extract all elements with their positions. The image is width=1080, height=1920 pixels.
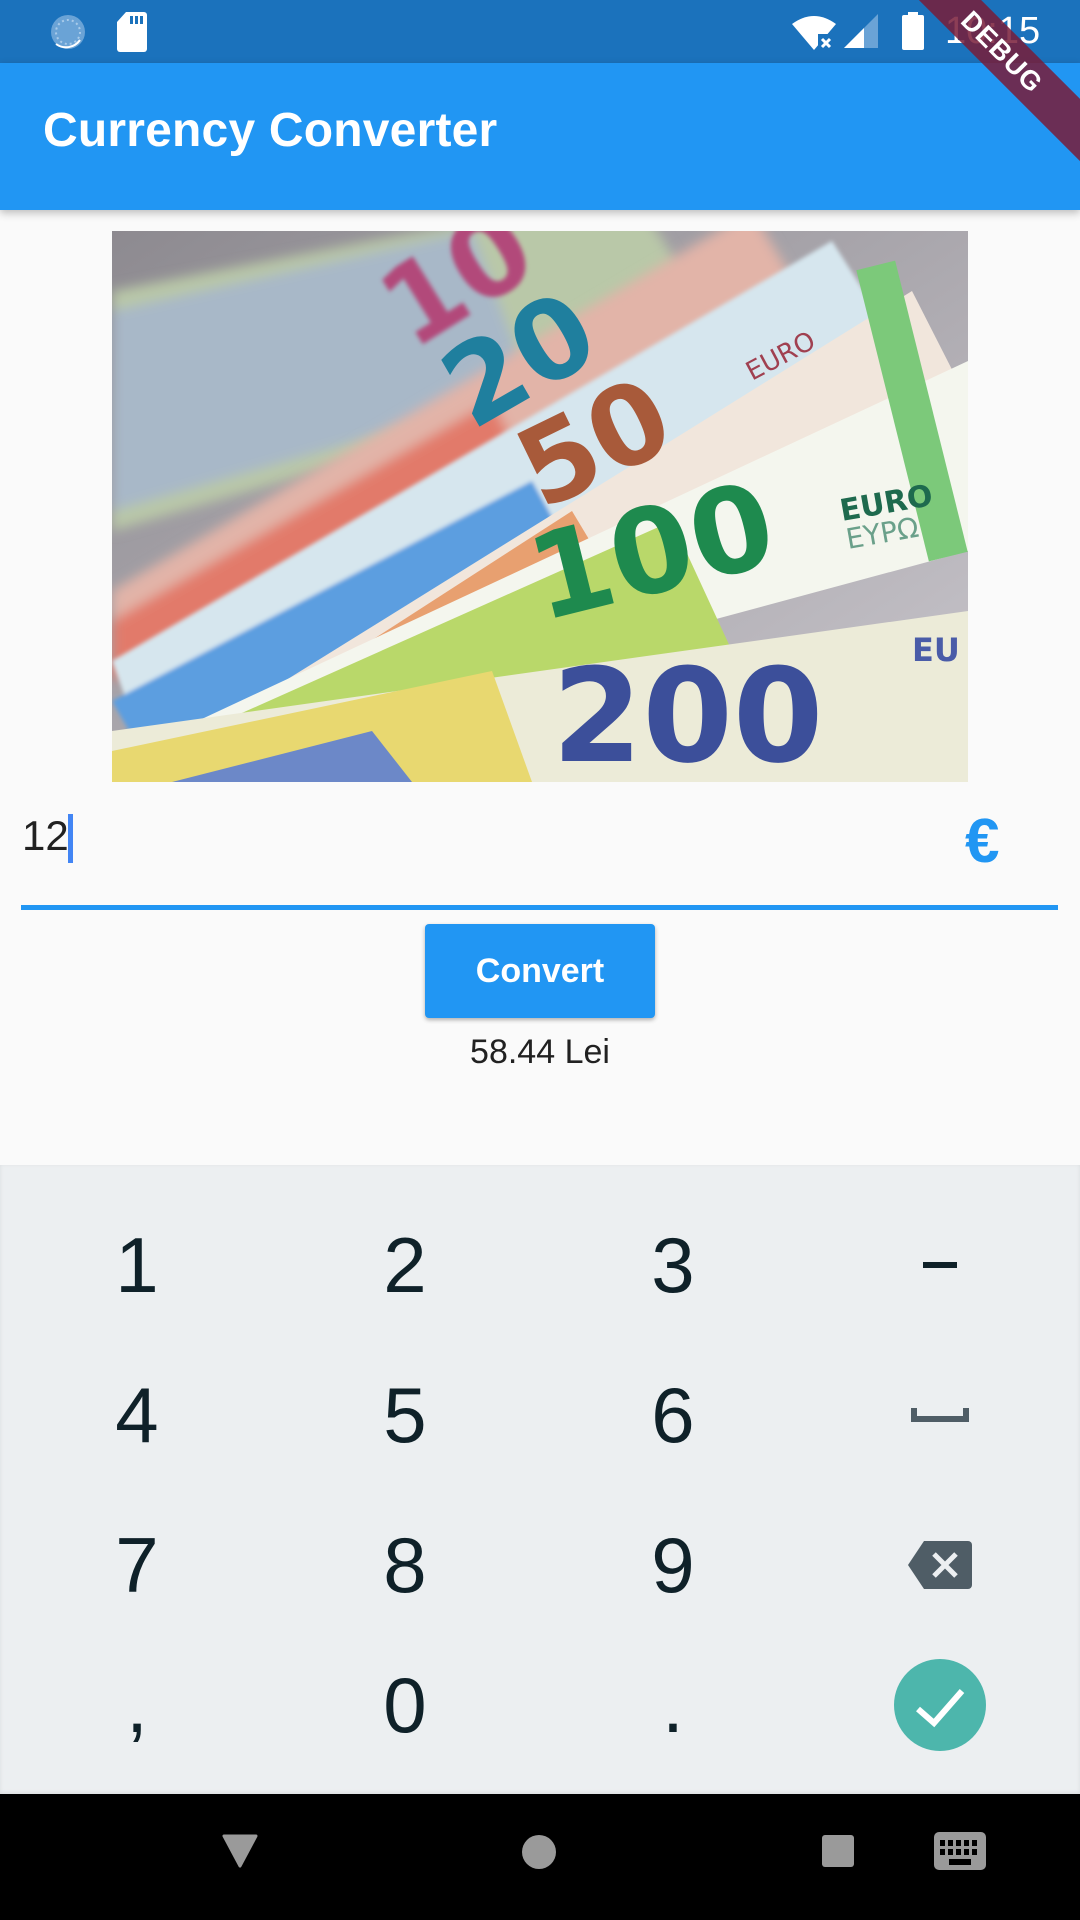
key-5[interactable]: 5: [271, 1340, 539, 1490]
key-9[interactable]: 9: [539, 1490, 807, 1640]
key-minus[interactable]: [806, 1190, 1074, 1340]
check-icon: [894, 1659, 986, 1751]
amount-input-value[interactable]: 12: [22, 812, 69, 860]
banknotes-image: 10 20 EURO 50 100 EURO ΕΥΡΩ 200 EU: [112, 231, 968, 782]
conversion-result: 58.44 Lei: [470, 1033, 610, 1071]
app-title: Currency Converter: [43, 104, 498, 157]
banknotes-illustration: 10 20 EURO 50 100 EURO ΕΥΡΩ 200 EU: [112, 231, 968, 782]
space-icon: [911, 1408, 969, 1422]
key-done[interactable]: [806, 1630, 1074, 1780]
numeric-keyboard: 1 2 3 4 5 6 7 8 9 , 0 .: [0, 1165, 1080, 1794]
key-8[interactable]: 8: [271, 1490, 539, 1640]
euro-label-200: EU: [912, 631, 960, 669]
key-6[interactable]: 6: [539, 1340, 807, 1490]
back-icon[interactable]: [222, 1834, 258, 1868]
convert-button[interactable]: Convert: [425, 924, 655, 1018]
key-space[interactable]: [806, 1340, 1074, 1490]
key-1[interactable]: 1: [3, 1190, 271, 1340]
euro-icon: €: [965, 807, 1000, 876]
key-2[interactable]: 2: [271, 1190, 539, 1340]
status-bar: 10:15: [0, 0, 1080, 63]
sd-card-icon: [117, 12, 147, 52]
minus-glyph: [923, 1262, 957, 1268]
input-underline: [21, 905, 1058, 910]
key-0[interactable]: 0: [271, 1630, 539, 1780]
key-7[interactable]: 7: [3, 1490, 271, 1640]
backspace-icon: [908, 1541, 972, 1589]
key-period[interactable]: .: [539, 1630, 807, 1780]
recents-icon[interactable]: [821, 1834, 855, 1868]
battery-icon: [902, 12, 924, 50]
note-200-label: 200: [552, 640, 823, 782]
wifi-off-icon: [792, 16, 838, 52]
signal-icon: [844, 14, 878, 48]
key-comma[interactable]: ,: [3, 1630, 271, 1780]
key-4[interactable]: 4: [3, 1340, 271, 1490]
home-icon[interactable]: [521, 1834, 557, 1870]
keyboard-switch-icon[interactable]: [934, 1832, 986, 1870]
navigation-bar: [0, 1794, 1080, 1920]
app-bar: Currency Converter: [0, 63, 1080, 210]
sync-icon: [51, 15, 85, 49]
key-backspace[interactable]: [806, 1490, 1074, 1640]
text-cursor: [68, 814, 73, 863]
key-3[interactable]: 3: [539, 1190, 807, 1340]
